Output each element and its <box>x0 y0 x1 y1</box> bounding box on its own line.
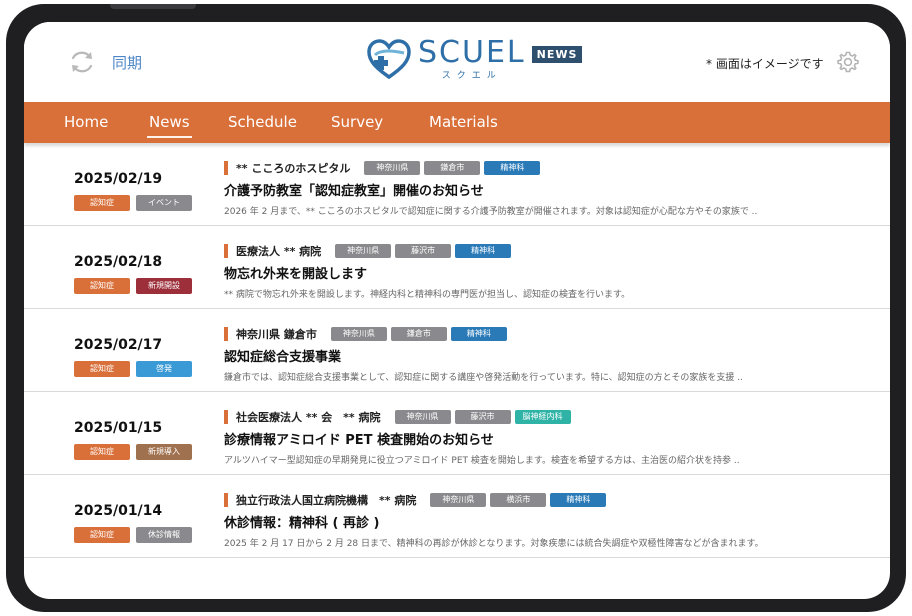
tag-badge: 休診情報 <box>136 527 192 543</box>
source-name: 社会医療法人 ** 会 ** 病院 <box>236 411 381 424</box>
source-name: 医療法人 ** 病院 <box>236 245 322 258</box>
department-chip: 精神科 <box>550 493 607 507</box>
app-screen: 同期 SCUEL スクエル NEWS * 画面はイメージです Home News… <box>24 22 890 599</box>
sync-label: 同期 <box>112 53 143 72</box>
tag-badge: 啓発 <box>136 361 192 377</box>
source-accent-bar <box>224 327 228 341</box>
news-description: 2025 年 2 月 17 日から 2 月 28 日まで、精神科の再診が休診とな… <box>224 539 764 549</box>
news-source: 医療法人 ** 病院 神奈川県 藤沢市 精神科 <box>224 243 515 259</box>
app-header: 同期 SCUEL スクエル NEWS * 画面はイメージです <box>24 22 890 102</box>
news-title: 介護予防教室「認知症教室」開催のお知らせ <box>224 184 484 199</box>
department-chip: 精神科 <box>450 327 507 341</box>
news-tags: 認知症 休診情報 <box>74 527 192 543</box>
source-name: 独立行政法人国立病院機構 ** 病院 <box>236 494 417 507</box>
news-date: 2025/02/17 <box>74 337 163 353</box>
news-tags: 認知症 新規導入 <box>74 444 192 460</box>
city-chip: 藤沢市 <box>395 244 452 258</box>
news-item[interactable]: 2025/01/14 認知症 休診情報 独立行政法人国立病院機構 ** 病院 神… <box>24 475 890 558</box>
tablet-frame: 同期 SCUEL スクエル NEWS * 画面はイメージです Home News… <box>6 4 906 612</box>
news-title: 認知症総合支援事業 <box>224 350 342 365</box>
news-tags: 認知症 啓発 <box>74 361 192 377</box>
nav-materials[interactable]: Materials <box>429 102 498 143</box>
news-item[interactable]: 2025/01/15 認知症 新規導入 社会医療法人 ** 会 ** 病院 神奈… <box>24 392 890 475</box>
logo-news-badge: NEWS <box>531 46 583 63</box>
city-chip: 鎌倉市 <box>390 327 447 341</box>
department-chip: 精神科 <box>484 161 541 175</box>
news-source: ** こころのホスピタル 神奈川県 鎌倉市 精神科 <box>224 160 544 176</box>
news-source: 社会医療法人 ** 会 ** 病院 神奈川県 藤沢市 脳神経内科 <box>224 409 575 425</box>
sync-icon <box>71 51 93 73</box>
city-chip: 藤沢市 <box>454 410 511 424</box>
tag-badge: イベント <box>136 195 192 211</box>
source-accent-bar <box>224 410 228 424</box>
news-item[interactable]: 2025/02/17 認知症 啓発 神奈川県 鎌倉市 神奈川県 鎌倉市 精神科 … <box>24 309 890 392</box>
scuel-news-logo: SCUEL スクエル NEWS <box>366 35 583 82</box>
news-description: アルツハイマー型認知症の早期発見に役立つアミロイド PET 検査を開始します。検… <box>224 456 740 466</box>
nav-survey[interactable]: Survey <box>331 102 383 143</box>
main-nav: Home News Schedule Survey Materials <box>24 102 890 143</box>
news-item[interactable]: 2025/02/18 認知症 新規開設 医療法人 ** 病院 神奈川県 藤沢市 … <box>24 226 890 309</box>
news-date: 2025/02/19 <box>74 171 163 187</box>
region-chip: 神奈川県 <box>430 493 487 507</box>
tag-badge: 認知症 <box>74 278 130 294</box>
logo-main-text: SCUEL <box>418 35 526 70</box>
region-chip: 神奈川県 <box>364 161 421 175</box>
news-date: 2025/01/15 <box>74 420 163 436</box>
tag-badge: 認知症 <box>74 444 130 460</box>
source-name: ** こころのホスピタル <box>236 162 351 175</box>
news-tags: 認知症 新規開設 <box>74 278 192 294</box>
news-description: 鎌倉市では、認知症総合支援事業として、認知症に関する講座や啓発活動を行っています… <box>224 373 743 383</box>
region-chip: 神奈川県 <box>394 410 451 424</box>
logo-wordmark: SCUEL スクエル <box>418 35 526 82</box>
source-accent-bar <box>224 161 228 175</box>
logo-kana-text: スクエル <box>441 71 502 81</box>
news-source: 神奈川県 鎌倉市 神奈川県 鎌倉市 精神科 <box>224 326 511 342</box>
tag-badge: 認知症 <box>74 361 130 377</box>
tablet-camera-notch <box>110 4 196 9</box>
news-date: 2025/02/18 <box>74 254 163 270</box>
news-title: 休診情報：精神科 ( 再診 ) <box>224 516 380 531</box>
nav-news[interactable]: News <box>147 102 192 143</box>
gear-icon[interactable] <box>836 50 860 74</box>
nav-schedule[interactable]: Schedule <box>228 102 297 143</box>
image-disclaimer-note: * 画面はイメージです <box>706 57 824 71</box>
news-description: 2026 年 2 月まで、** こころのホスピタルで認知症に関する介護予防教室が… <box>224 207 758 217</box>
tag-badge: 認知症 <box>74 527 130 543</box>
nav-home[interactable]: Home <box>64 102 108 143</box>
department-chip: 脳神経内科 <box>514 410 571 424</box>
city-chip: 鎌倉市 <box>424 161 481 175</box>
tag-badge: 新規開設 <box>136 278 192 294</box>
news-tags: 認知症 イベント <box>74 195 192 211</box>
news-source: 独立行政法人国立病院機構 ** 病院 神奈川県 横浜市 精神科 <box>224 492 610 508</box>
tag-badge: 新規導入 <box>136 444 192 460</box>
news-date: 2025/01/14 <box>74 503 163 519</box>
source-accent-bar <box>224 493 228 507</box>
news-title: 物忘れ外来を開設します <box>224 267 368 282</box>
region-chip: 神奈川県 <box>335 244 392 258</box>
department-chip: 精神科 <box>455 244 512 258</box>
news-description: ** 病院で物忘れ外来を開設します。神経内科と精神科の専門医が担当し、認知症の検… <box>224 290 631 300</box>
region-chip: 神奈川県 <box>330 327 387 341</box>
source-accent-bar <box>224 244 228 258</box>
city-chip: 横浜市 <box>490 493 547 507</box>
tag-badge: 認知症 <box>74 195 130 211</box>
sync-button[interactable]: 同期 <box>68 48 142 76</box>
news-item[interactable]: 2025/02/19 認知症 イベント ** こころのホスピタル 神奈川県 鎌倉… <box>24 143 890 226</box>
news-title: 診療情報アミロイド PET 検査開始のお知らせ <box>224 433 494 448</box>
source-name: 神奈川県 鎌倉市 <box>236 328 317 341</box>
heart-cross-logo-icon <box>367 39 411 80</box>
